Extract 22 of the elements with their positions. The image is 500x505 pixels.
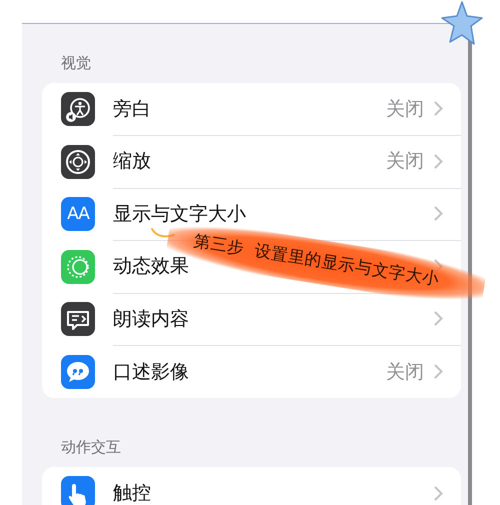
chevron-icon[interactable] [434,206,443,222]
chevron-icon[interactable] [434,486,443,501]
setting-value: 关闭 [386,96,424,122]
chevron-icon[interactable] [434,311,443,326]
chevron-icon[interactable] [434,364,443,380]
setting-value: 关闭 [386,360,424,385]
zoom-icon [61,144,95,179]
quote-bubble-icon [61,354,95,389]
curl-mark [150,226,176,240]
chevron-icon[interactable] [434,101,443,116]
text-size-icon: AA [61,197,95,232]
setting-label[interactable]: 缩放 [113,148,151,174]
speech-bubble-icon [61,302,95,336]
motion-icon [61,250,95,284]
setting-value: 关闭 [386,149,424,174]
setting-label[interactable]: 口述影像 [113,358,189,385]
setting-label[interactable]: 旁白 [113,96,151,122]
chevron-icon[interactable] [434,154,443,169]
accessibility-icon [61,92,95,126]
section-header: 动作交互 [61,438,122,458]
setting-label[interactable]: 触控 [113,480,151,505]
section-header: 视觉 [61,54,92,74]
